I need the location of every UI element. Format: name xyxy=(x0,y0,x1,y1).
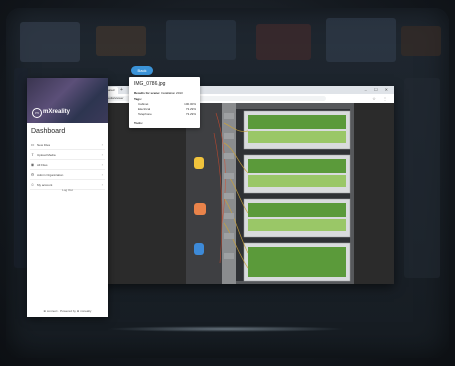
chevron-right-icon: › xyxy=(101,152,103,157)
tag-name: Electrical xyxy=(138,107,151,111)
rack-photo-illustration xyxy=(186,103,354,284)
sidebar-item-all-files[interactable]: ◉ All Files › xyxy=(30,160,105,170)
browser-tab-bar: Y · Navigate · Mxreality · Shared + – ☐ … xyxy=(62,86,394,94)
tag-confidence: 73.29% xyxy=(185,112,196,116)
tags-heading: Tags: xyxy=(134,97,142,101)
sidebar-item-label: All Files xyxy=(37,162,48,167)
upload-icon: ⇪ xyxy=(30,152,35,157)
tag-confidence: 100.00% xyxy=(184,102,196,106)
logout-link[interactable]: Log Out xyxy=(27,188,108,192)
chevron-right-icon: › xyxy=(101,182,103,187)
file-icon: ▭ xyxy=(30,142,35,147)
tag-row: Telephone 73.29% xyxy=(138,112,196,116)
tools-heading: Tools: xyxy=(134,121,143,125)
background-blur xyxy=(96,26,146,56)
sidebar-item-label: Upload Media xyxy=(37,152,56,157)
file-name: IMG_0786.jpg xyxy=(134,81,166,87)
background-blur xyxy=(326,18,396,62)
sidebar-hero-image: m mXreality xyxy=(27,78,108,123)
results-line: Results for scene: Installation 2013 xyxy=(134,91,183,95)
tag-name: Telephone xyxy=(138,112,152,116)
tag-name: Cabinet xyxy=(138,102,149,106)
browser-menu-icons[interactable]: ☆ ⋮ xyxy=(372,94,390,103)
chevron-right-icon: › xyxy=(101,142,103,147)
sidebar-item-label: Admin Organization xyxy=(37,172,64,177)
tag-confidence: 73.29% xyxy=(185,107,196,111)
url-input[interactable]: mxreality.io/media/viewer xyxy=(86,96,326,101)
tag-row: Cabinet 100.00% xyxy=(138,102,196,106)
chevron-right-icon: › xyxy=(101,172,103,177)
organize-icon: ⚙ xyxy=(30,172,35,177)
new-tab-icon[interactable]: + xyxy=(120,86,123,94)
network-rack-photo[interactable] xyxy=(186,103,354,284)
back-pill-button[interactable]: Back xyxy=(131,66,153,75)
window-controls-icon[interactable]: – ☐ ✕ xyxy=(365,86,391,94)
background-blur xyxy=(256,24,311,60)
sidebar-item-label: New Files xyxy=(37,142,51,147)
sidebar-item-upload-media[interactable]: ⇪ Upload Media › xyxy=(30,150,105,160)
background-blur xyxy=(20,22,80,62)
sidebar-menu: ▭ New Files › ⇪ Upload Media › ◉ All Fil… xyxy=(30,140,105,190)
background-blur xyxy=(166,20,236,60)
app-sidebar-panel: m mXreality Dashboard ▭ New Files › ⇪ Up… xyxy=(27,78,108,317)
eye-icon: ◉ xyxy=(30,162,35,167)
brand-name: mXreality xyxy=(43,109,71,115)
sidebar-item-admin-organization[interactable]: ⚙ Admin Organization › xyxy=(30,170,105,180)
sidebar-item-label: My account xyxy=(37,182,53,187)
background-blur xyxy=(401,26,441,56)
tag-row: Electrical 73.29% xyxy=(138,107,196,111)
results-label: Results for scene: xyxy=(134,91,161,95)
chevron-right-icon: › xyxy=(101,162,103,167)
browser-window: Y · Navigate · Mxreality · Shared + – ☐ … xyxy=(62,86,394,284)
background-blur xyxy=(404,78,440,278)
results-value: Installation 2013 xyxy=(160,91,183,95)
sidebar-item-new-files[interactable]: ▭ New Files › xyxy=(30,140,105,150)
image-info-popup: IMG_0786.jpg Results for scene: Installa… xyxy=(129,77,200,128)
background-blur xyxy=(14,68,28,268)
brand-logo-icon: m xyxy=(32,108,42,118)
account-icon: ☺ xyxy=(30,182,35,187)
page-title: Dashboard xyxy=(31,128,66,135)
floor-glow xyxy=(106,326,346,332)
powered-by-footer: ⊕ connect · Powered by ⊕ mxrealty xyxy=(43,309,92,313)
